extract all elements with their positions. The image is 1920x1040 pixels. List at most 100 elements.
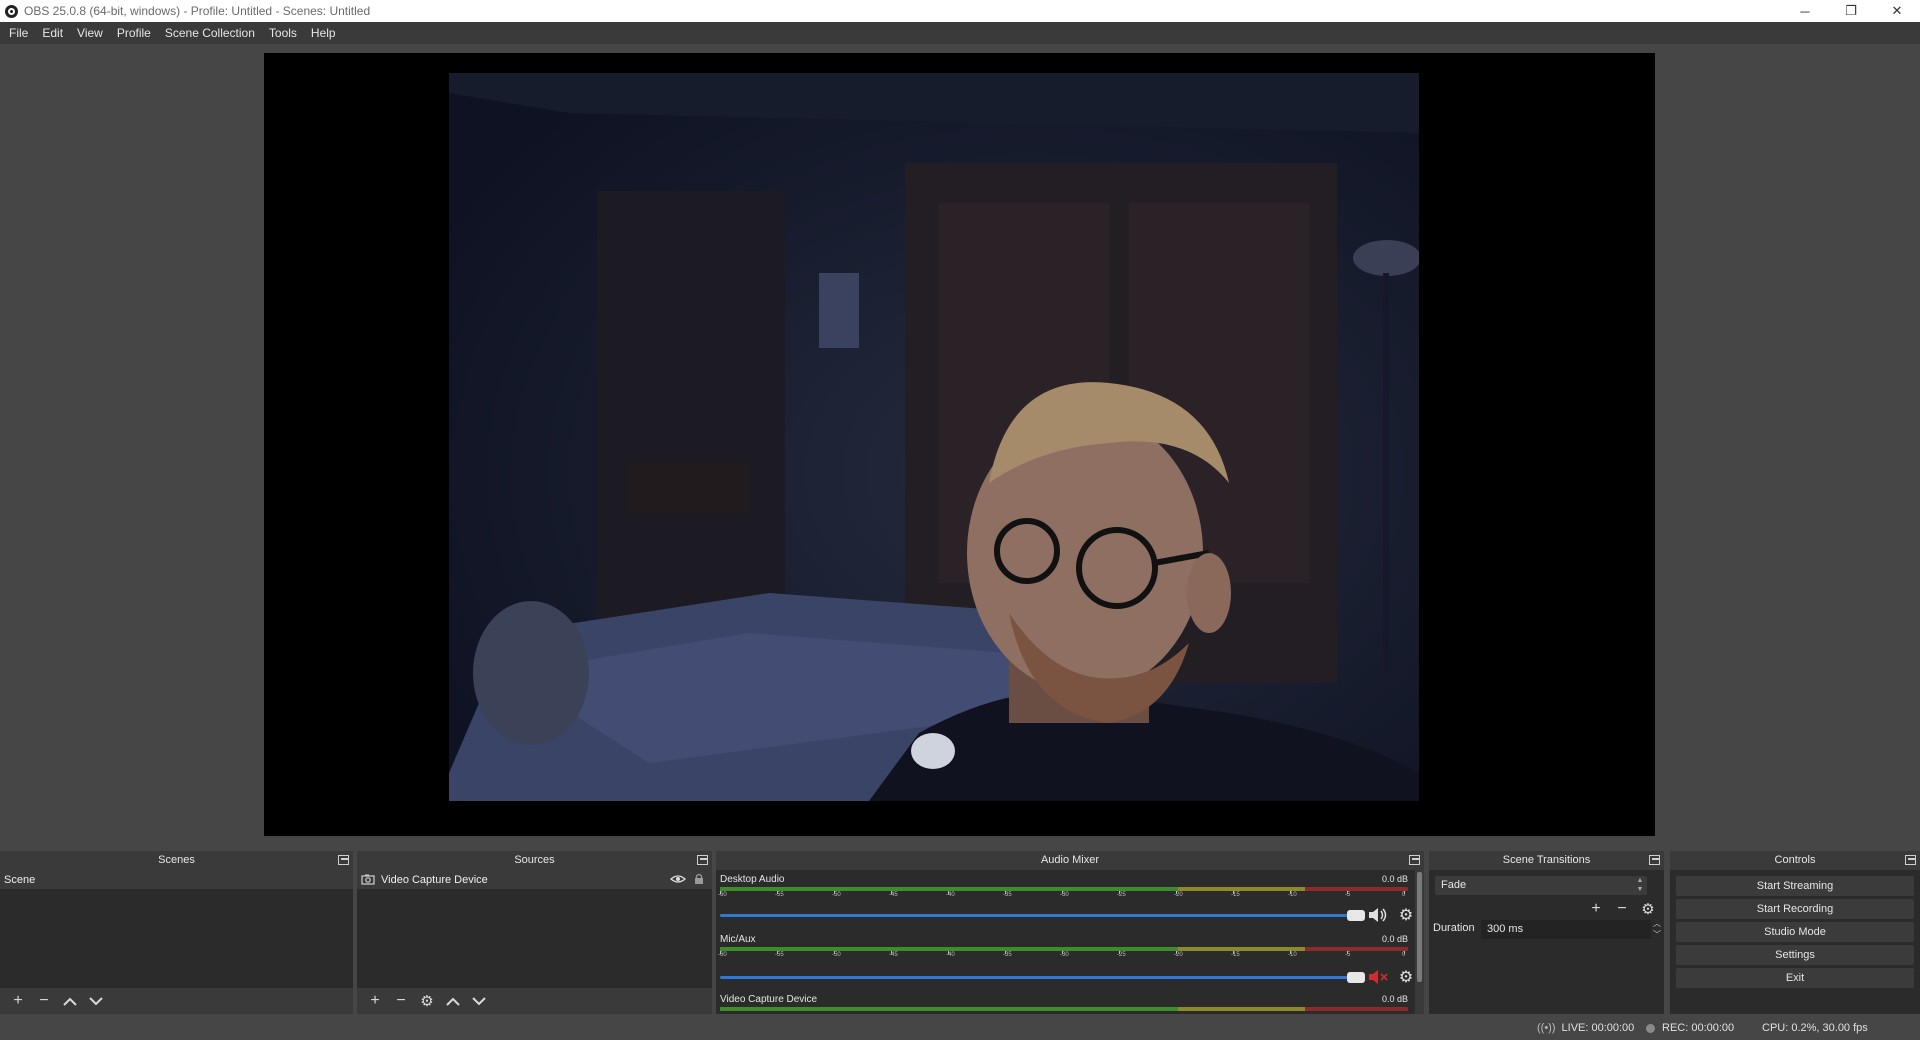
remove-source-button[interactable]: − [388,990,414,1012]
menu-help[interactable]: Help [304,22,343,44]
mixer-dock-header: Audio Mixer [716,851,1424,870]
slider-handle[interactable] [1347,972,1365,983]
tick-label: -30 [1060,891,1069,898]
mixer-channel-desktop-audio: Desktop Audio 0.0 dB -60 -55 -50 -45 -40… [716,870,1424,930]
scene-item-label: Scene [4,873,36,886]
menu-scene-collection[interactable]: Scene Collection [158,22,262,44]
scene-item[interactable]: Scene [0,870,353,889]
live-time: LIVE: 00:00:00 [1561,1022,1635,1034]
tick-label: -25 [1117,891,1126,898]
tick-label: -45 [889,891,898,898]
lock-icon[interactable] [694,873,704,885]
cpu-fps: CPU: 0.2%, 30.00 fps [1762,1022,1868,1034]
settings-button[interactable]: Settings [1676,945,1914,965]
add-transition-button[interactable]: + [1583,898,1609,920]
live-status: ((•)) LIVE: 00:00:00 [1537,1022,1634,1034]
rec-status: REC: 00:00:00 [1646,1022,1734,1034]
tick-label: -5 [1345,951,1351,958]
undock-icon[interactable] [1649,855,1660,865]
source-properties-button[interactable]: ⚙ [414,990,440,1012]
channel-settings-button[interactable]: ⚙ [1396,906,1416,924]
source-item[interactable]: Video Capture Device [357,870,712,889]
preview-canvas[interactable] [264,53,1655,836]
mixer-scrollbar[interactable] [1415,870,1424,1014]
mixer-channel-mic-aux: Mic/Aux 0.0 dB -60 -55 -50 -45 -40 -35 -… [716,930,1424,990]
sources-panel: Video Capture Device + − ⚙ [357,870,712,1014]
close-button[interactable]: ✕ [1874,0,1920,22]
menu-file[interactable]: File [2,22,35,44]
menu-profile[interactable]: Profile [110,22,158,44]
add-source-button[interactable]: + [362,990,388,1012]
tick-label: -50 [832,951,841,958]
mixer-title: Audio Mixer [1040,854,1100,866]
webcam-image [449,73,1419,801]
transition-properties-button[interactable]: ⚙ [1635,898,1661,920]
channel-name: Mic/Aux [720,934,756,945]
mute-toggle[interactable] [1368,906,1388,924]
tick-label: -55 [775,951,784,958]
start-recording-button[interactable]: Start Recording [1676,899,1914,919]
tick-label: -15 [1231,891,1240,898]
minimize-button[interactable]: ─ [1782,0,1828,22]
move-source-up-button[interactable] [440,990,466,1012]
duration-value: 300 ms [1487,923,1524,935]
volume-slider[interactable] [720,910,1365,921]
select-spin-icon: ▲ ▼ [1636,877,1644,893]
menu-edit[interactable]: Edit [35,22,70,44]
studio-mode-button[interactable]: Studio Mode [1676,922,1914,942]
slider-handle[interactable] [1347,910,1365,921]
restore-button[interactable]: ❐ [1828,0,1874,22]
audio-mixer-panel: Desktop Audio 0.0 dB -60 -55 -50 -45 -40… [716,870,1424,1014]
tick-label: -60 [718,951,727,958]
remove-scene-button[interactable]: − [31,990,57,1012]
gear-icon: ⚙ [1398,907,1414,924]
channel-name: Desktop Audio [720,874,785,885]
duration-input[interactable]: 300 ms [1481,920,1651,939]
speaker-muted-icon [1369,970,1388,984]
tick-label: -60 [718,891,727,898]
mute-toggle[interactable] [1368,968,1388,986]
eye-icon[interactable] [670,874,686,884]
menu-tools[interactable]: Tools [262,22,304,44]
exit-button[interactable]: Exit [1676,968,1914,988]
remove-transition-button[interactable]: − [1609,898,1635,920]
duration-spin-icon[interactable]: ︿ ﹀ [1653,918,1661,940]
transition-select[interactable]: Fade ▲ ▼ [1435,876,1647,895]
video-capture-preview [449,73,1419,801]
tick-label: -50 [832,891,841,898]
scenes-dock-header: Scenes [0,851,353,870]
start-streaming-button[interactable]: Start Streaming [1676,876,1914,896]
undock-icon[interactable] [1409,855,1420,865]
gear-icon: ⚙ [1641,901,1655,918]
sources-title: Sources [514,854,555,866]
source-item-label: Video Capture Device [381,873,488,886]
tick-label: -5 [1345,891,1351,898]
tick-label: -35 [1003,891,1012,898]
tick-label: -55 [775,891,784,898]
controls-title: Controls [1774,854,1816,866]
gear-icon: ⚙ [420,993,434,1010]
undock-icon[interactable] [338,855,349,865]
scene-transitions-panel: Fade ▲ ▼ + − ⚙ Duration 300 ms ︿ ﹀ [1429,870,1664,1014]
controls-dock-header: Controls [1670,851,1920,870]
volume-meter [720,887,1408,891]
tick-label: -45 [889,951,898,958]
volume-meter [720,1007,1408,1011]
transition-toolbar: + − ⚙ [1583,898,1661,920]
tick-label: -15 [1231,951,1240,958]
move-scene-up-button[interactable] [57,990,83,1012]
obs-logo-icon [5,4,18,18]
move-scene-down-button[interactable] [83,990,109,1012]
sources-toolbar: + − ⚙ [357,988,712,1014]
volume-slider[interactable] [720,972,1365,983]
status-bar: ((•)) LIVE: 00:00:00 REC: 00:00:00 CPU: … [0,1016,1920,1040]
add-scene-button[interactable]: + [5,990,31,1012]
undock-icon[interactable] [1905,855,1916,865]
tick-label: -35 [1003,951,1012,958]
chevron-down-icon [472,996,486,1005]
move-source-down-button[interactable] [466,990,492,1012]
channel-db: 0.0 dB [1381,934,1408,944]
channel-settings-button[interactable]: ⚙ [1396,968,1416,986]
menu-view[interactable]: View [70,22,110,44]
undock-icon[interactable] [697,855,708,865]
